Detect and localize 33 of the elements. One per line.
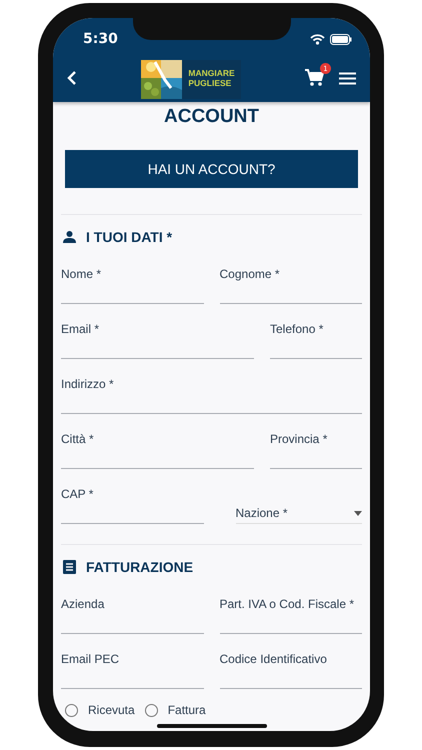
status-time: 5:30	[83, 31, 118, 47]
input-field[interactable]: Codice Identificativo	[220, 652, 362, 689]
logo[interactable]: MANGIARE PUGLIESE	[141, 58, 241, 98]
cart-icon[interactable]	[305, 69, 325, 87]
radio-label[interactable]: Ricevuta	[88, 703, 135, 717]
login-button[interactable]: HAI UN ACCOUNT?	[65, 150, 358, 188]
battery-icon	[330, 34, 352, 44]
input-field[interactable]: Email PEC	[61, 652, 204, 689]
input-field[interactable]: Telefono *	[270, 322, 362, 359]
radio-label[interactable]: Fattura	[168, 703, 206, 717]
input-field[interactable]: Provincia *	[270, 432, 362, 469]
input-field[interactable]: Città *	[61, 432, 254, 469]
back-icon[interactable]	[67, 70, 77, 86]
input-field[interactable]: Cognome *	[220, 267, 362, 304]
logo-text: PUGLIESE	[188, 78, 232, 88]
section-title: FATTURAZIONE	[86, 559, 194, 575]
radio-button[interactable]	[144, 704, 158, 716]
input-field[interactable]: Email *	[61, 322, 254, 359]
page-title: ACCOUNT	[163, 106, 260, 128]
dropdown-caret-icon	[354, 511, 362, 516]
menu-icon[interactable]	[339, 72, 356, 84]
receipt-icon	[63, 560, 76, 574]
wifi-icon	[310, 34, 325, 44]
person-icon	[63, 231, 76, 243]
input-field[interactable]: CAP *	[61, 487, 204, 524]
input-field[interactable]: Indirizzo *	[61, 377, 362, 414]
input-field[interactable]: Part. IVA o Cod. Fiscale *	[220, 597, 362, 634]
input-field[interactable]: Nome *	[61, 267, 204, 304]
input-field[interactable]: Azienda	[61, 597, 204, 634]
country-select[interactable]: Nazione *	[236, 487, 362, 524]
section-title: I TUOI DATI *	[86, 229, 172, 245]
radio-button[interactable]	[65, 704, 78, 716]
logo-text: MANGIARE	[188, 68, 235, 78]
